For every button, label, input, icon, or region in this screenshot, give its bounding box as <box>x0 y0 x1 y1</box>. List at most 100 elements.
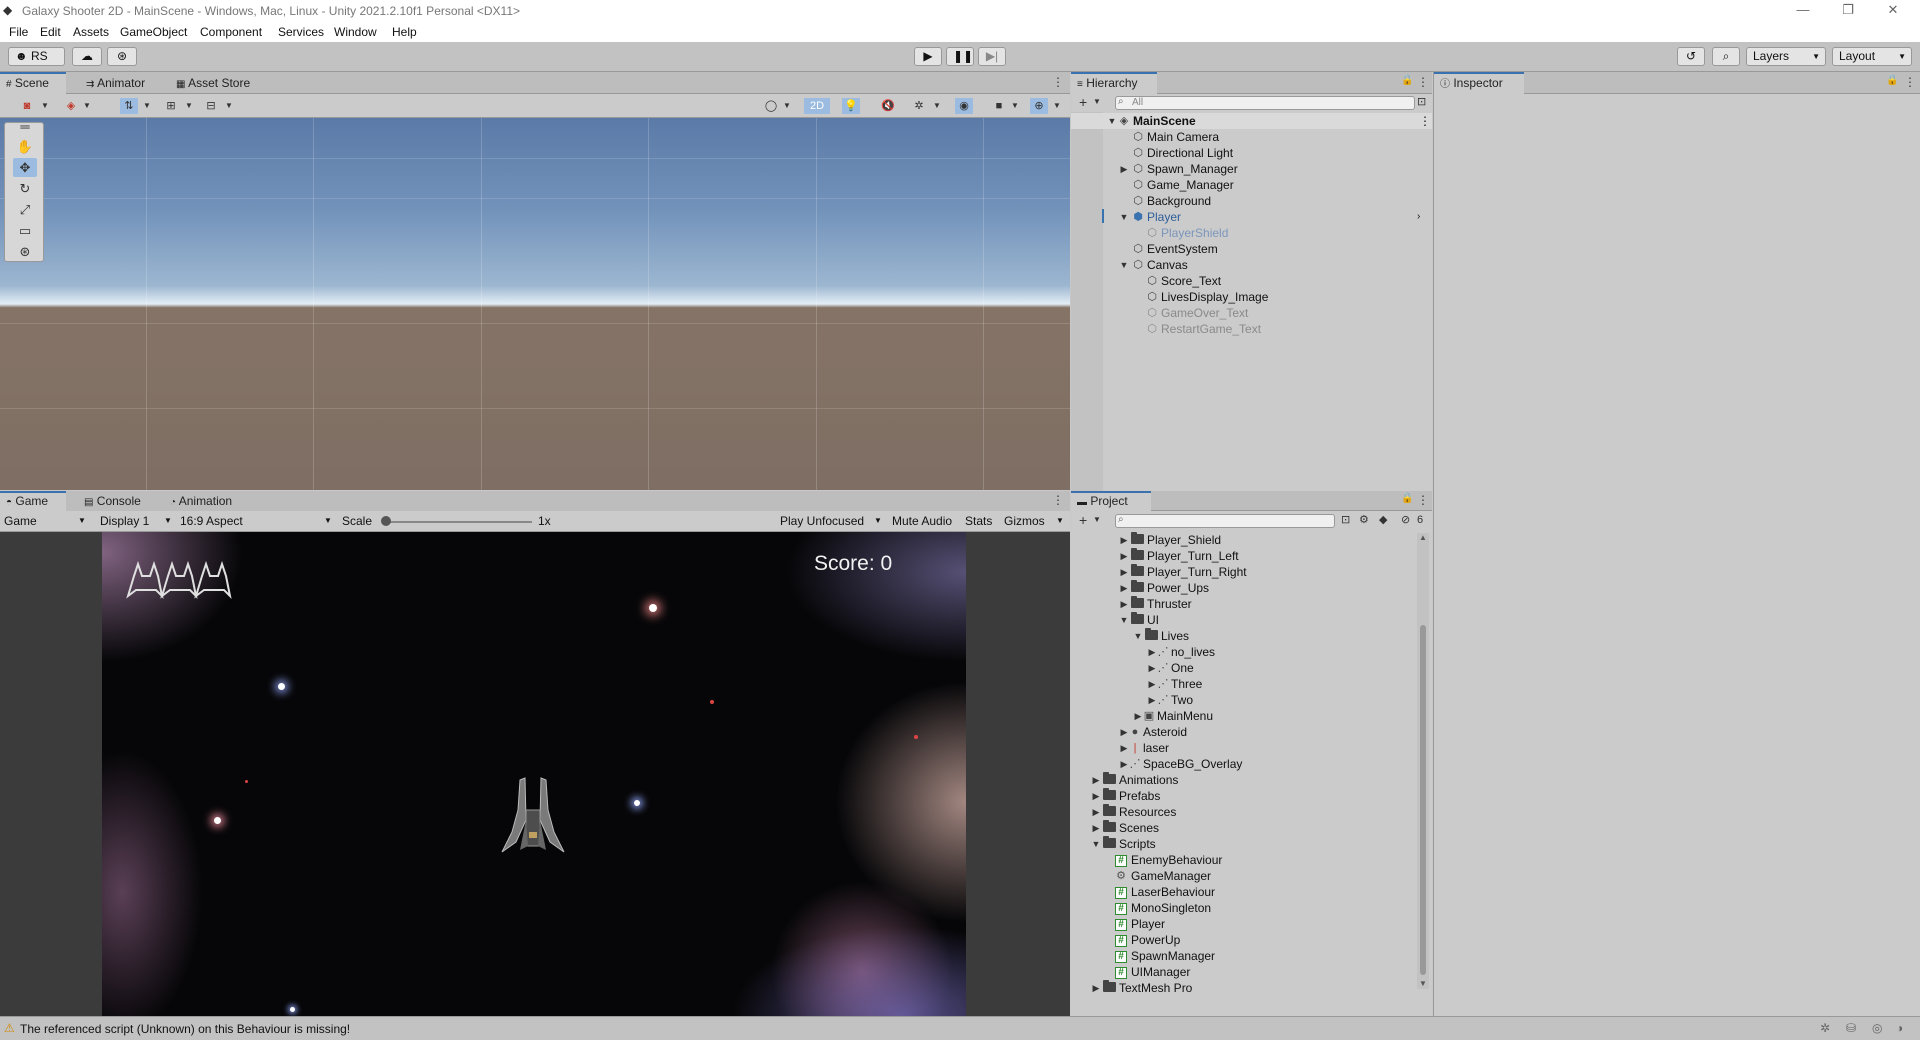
tab-scene[interactable]: # Scene <box>0 72 66 94</box>
lock-icon[interactable]: 🔒 <box>1886 75 1898 86</box>
search-filter-icon[interactable]: ⊡ <box>1417 95 1426 108</box>
search-by-label-icon[interactable]: ⚙ <box>1359 513 1369 526</box>
expand-arrow-icon[interactable]: ▼ <box>1091 836 1101 852</box>
minimize-button[interactable]: — <box>1783 2 1823 20</box>
scene-visibility-icon[interactable]: ◉ <box>955 98 973 114</box>
game-view[interactable]: Score: 0 <box>0 532 1070 1016</box>
scrollbar-thumb[interactable] <box>1420 625 1426 975</box>
add-icon[interactable]: + <box>1079 512 1087 528</box>
display-dropdown[interactable]: Display 1 <box>100 511 149 531</box>
hidden-packages-icon[interactable]: ⊘ <box>1401 513 1410 526</box>
chevron-down-icon[interactable]: ▼ <box>180 98 198 114</box>
lock-icon[interactable]: 🔒 <box>1401 493 1413 504</box>
move-tool-icon[interactable]: ✥ <box>13 158 37 177</box>
chevron-down-icon[interactable]: ▼ <box>78 98 96 114</box>
expand-arrow-icon[interactable]: ▶ <box>1091 980 1101 996</box>
aspect-dropdown[interactable]: 16:9 Aspect <box>180 511 243 531</box>
chevron-down-icon[interactable]: ▼ <box>1093 97 1101 106</box>
more-options-icon[interactable]: ⋮ <box>1419 113 1431 129</box>
expand-arrow-icon[interactable]: ▶ <box>1091 788 1101 804</box>
expand-arrow-icon[interactable]: ▶ <box>1147 676 1157 692</box>
expand-arrow-icon[interactable]: ▶ <box>1119 580 1129 596</box>
transform-tool-icon[interactable]: ⊛ <box>13 242 37 261</box>
draw-mode-icon[interactable]: ◙ <box>18 98 36 114</box>
chevron-down-icon[interactable]: ▼ <box>778 98 796 114</box>
scroll-up-icon[interactable]: ▲ <box>1419 533 1427 542</box>
expand-arrow-icon[interactable]: ▶ <box>1119 564 1129 580</box>
restore-button[interactable]: ❐ <box>1828 2 1868 20</box>
progress-icon[interactable]: ◎ <box>1872 1021 1882 1035</box>
layers-dropdown[interactable]: Layers ▼ <box>1746 47 1826 66</box>
hierarchy-search-input[interactable]: All <box>1115 96 1415 110</box>
scale-slider-handle[interactable] <box>381 516 391 526</box>
expand-arrow-icon[interactable]: ▶ <box>1119 161 1129 177</box>
scale-slider-track[interactable] <box>384 521 532 523</box>
rect-tool-icon[interactable]: ▭ <box>13 221 37 240</box>
menu-assets[interactable]: Assets <box>73 25 109 39</box>
history-button[interactable]: ↺ <box>1677 47 1705 66</box>
search-button[interactable]: ⌕ <box>1712 47 1740 66</box>
tab-animator[interactable]: ⇉ Animator <box>80 72 151 94</box>
hierarchy-item[interactable]: ▼ ◈ MainScene ⋮ <box>1107 113 1427 129</box>
expand-arrow-icon[interactable]: ▶ <box>1147 660 1157 676</box>
project-search-input[interactable] <box>1115 514 1335 528</box>
search-by-type-icon[interactable]: ⊡ <box>1341 513 1350 526</box>
mute-audio-toggle[interactable]: Mute Audio <box>892 511 952 531</box>
expand-arrow-icon[interactable]: ▶ <box>1119 740 1129 756</box>
more-options-icon[interactable]: ⋮ <box>1417 493 1429 507</box>
effects-icon[interactable]: ✲ <box>910 98 928 114</box>
layout-dropdown[interactable]: Layout ▼ <box>1832 47 1912 66</box>
menu-services[interactable]: Services <box>278 25 324 39</box>
project-scrollbar[interactable]: ▲ ▼ <box>1417 533 1429 989</box>
chevron-down-icon[interactable]: ▼ <box>1048 98 1066 114</box>
chevron-down-icon[interactable]: ▼ <box>36 98 54 114</box>
expand-arrow-icon[interactable]: ▶ <box>1091 772 1101 788</box>
expand-arrow-icon[interactable]: ▶ <box>1119 596 1129 612</box>
more-options-icon[interactable]: ⋮ <box>1417 75 1429 89</box>
increment-snap-icon[interactable]: ⊟ <box>202 98 220 114</box>
menu-edit[interactable]: Edit <box>40 25 61 39</box>
tab-animation[interactable]: ◔ Animation <box>164 491 238 511</box>
move-snap-icon[interactable]: ⇅ <box>120 98 138 114</box>
expand-arrow-icon[interactable]: ▶ <box>1147 644 1157 660</box>
gizmos-toggle[interactable]: Gizmos <box>1004 511 1045 531</box>
tab-game[interactable]: ◓ Game <box>0 491 66 511</box>
toggle-2d-button[interactable]: 2D <box>804 98 830 114</box>
expand-arrow-icon[interactable]: ▼ <box>1119 612 1129 628</box>
chevron-down-icon[interactable]: ▼ <box>138 98 156 114</box>
play-mode-dropdown[interactable]: Play Unfocused <box>780 511 864 531</box>
account-dropdown[interactable]: ☻ RS ▼ <box>8 47 65 66</box>
debug-icon[interactable]: ✲ <box>1820 1021 1830 1035</box>
expand-arrow-icon[interactable]: ▶ <box>1133 708 1143 724</box>
status-message[interactable]: The referenced script (Unknown) on this … <box>20 1022 350 1036</box>
expand-arrow-icon[interactable]: ▶ <box>1147 692 1157 708</box>
chevron-down-icon[interactable]: ▼ <box>928 98 946 114</box>
close-button[interactable]: ✕ <box>1873 2 1913 20</box>
menu-gameobject[interactable]: GameObject <box>120 25 187 39</box>
hand-tool-icon[interactable]: ✋ <box>13 137 37 156</box>
menu-help[interactable]: Help <box>392 25 417 39</box>
grid-snap-icon[interactable]: ⊞ <box>162 98 180 114</box>
hierarchy-item-selected[interactable]: ▼ ⬢ Player › <box>1121 209 1427 225</box>
expand-arrow-icon[interactable]: ▶ <box>1091 804 1101 820</box>
rotate-tool-icon[interactable]: ↻ <box>13 179 37 198</box>
cache-icon[interactable]: ⛁ <box>1846 1021 1856 1035</box>
step-button[interactable]: ▶| <box>978 47 1006 66</box>
pause-button[interactable]: ❚❚ <box>946 47 974 66</box>
cloud-button[interactable]: ☁ <box>72 47 102 66</box>
expand-arrow-icon[interactable]: ▶ <box>1119 532 1129 548</box>
chevron-right-icon[interactable]: › <box>1417 209 1420 225</box>
chevron-down-icon[interactable]: ▼ <box>1006 98 1024 114</box>
menu-window[interactable]: Window <box>334 25 377 39</box>
collab-button[interactable]: ⊛ <box>107 47 137 66</box>
game-view-dropdown[interactable]: Game <box>4 511 37 531</box>
tab-hierarchy[interactable]: ≡ Hierarchy <box>1071 72 1157 94</box>
more-options-icon[interactable]: ⋮ <box>1904 75 1916 89</box>
scale-tool-icon[interactable]: ⤢ <box>13 200 37 219</box>
expand-arrow-icon[interactable]: ▼ <box>1133 628 1143 644</box>
lock-icon[interactable]: 🔒 <box>1401 75 1413 86</box>
lighting-icon[interactable]: 💡 <box>842 98 860 114</box>
tab-project[interactable]: ▬ Project <box>1071 491 1151 511</box>
tab-inspector[interactable]: ⓘ Inspector <box>1434 72 1524 94</box>
add-icon[interactable]: + <box>1079 94 1087 110</box>
